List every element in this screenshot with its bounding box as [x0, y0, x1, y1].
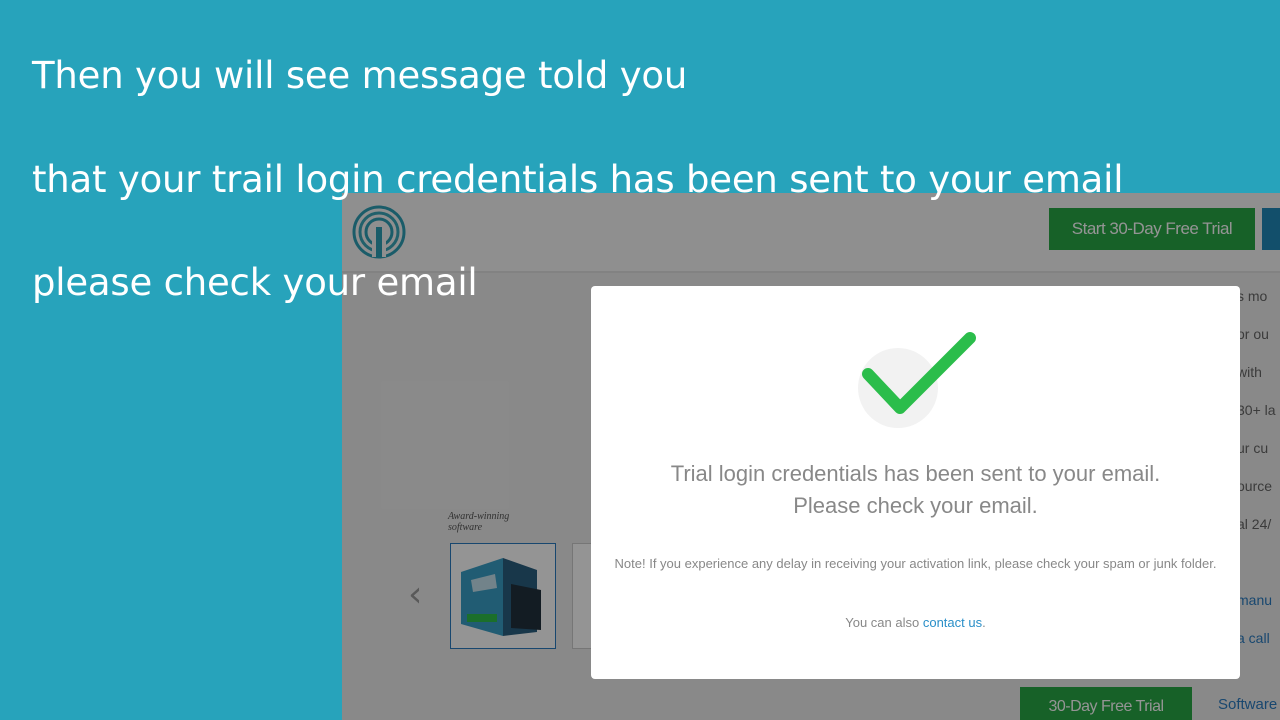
caption-line: that your trail login credentials has be… — [32, 158, 1124, 201]
modal-note: Note! If you experience any delay in rec… — [614, 556, 1217, 571]
contact-suffix: . — [982, 615, 986, 630]
success-modal: Trial login credentials has been sent to… — [591, 286, 1240, 679]
modal-message-line: Please check your email. — [793, 493, 1038, 518]
check-mark-icon — [858, 332, 976, 428]
modal-message-line: Trial login credentials has been sent to… — [670, 461, 1161, 486]
modal-message: Trial login credentials has been sent to… — [591, 458, 1240, 522]
modal-contact-line: You can also contact us. — [591, 615, 1240, 630]
contact-prefix: You can also — [845, 615, 923, 630]
caption-line: please check your email — [32, 261, 478, 304]
caption-line: Then you will see message told you — [32, 54, 688, 97]
contact-us-link[interactable]: contact us — [923, 615, 982, 630]
